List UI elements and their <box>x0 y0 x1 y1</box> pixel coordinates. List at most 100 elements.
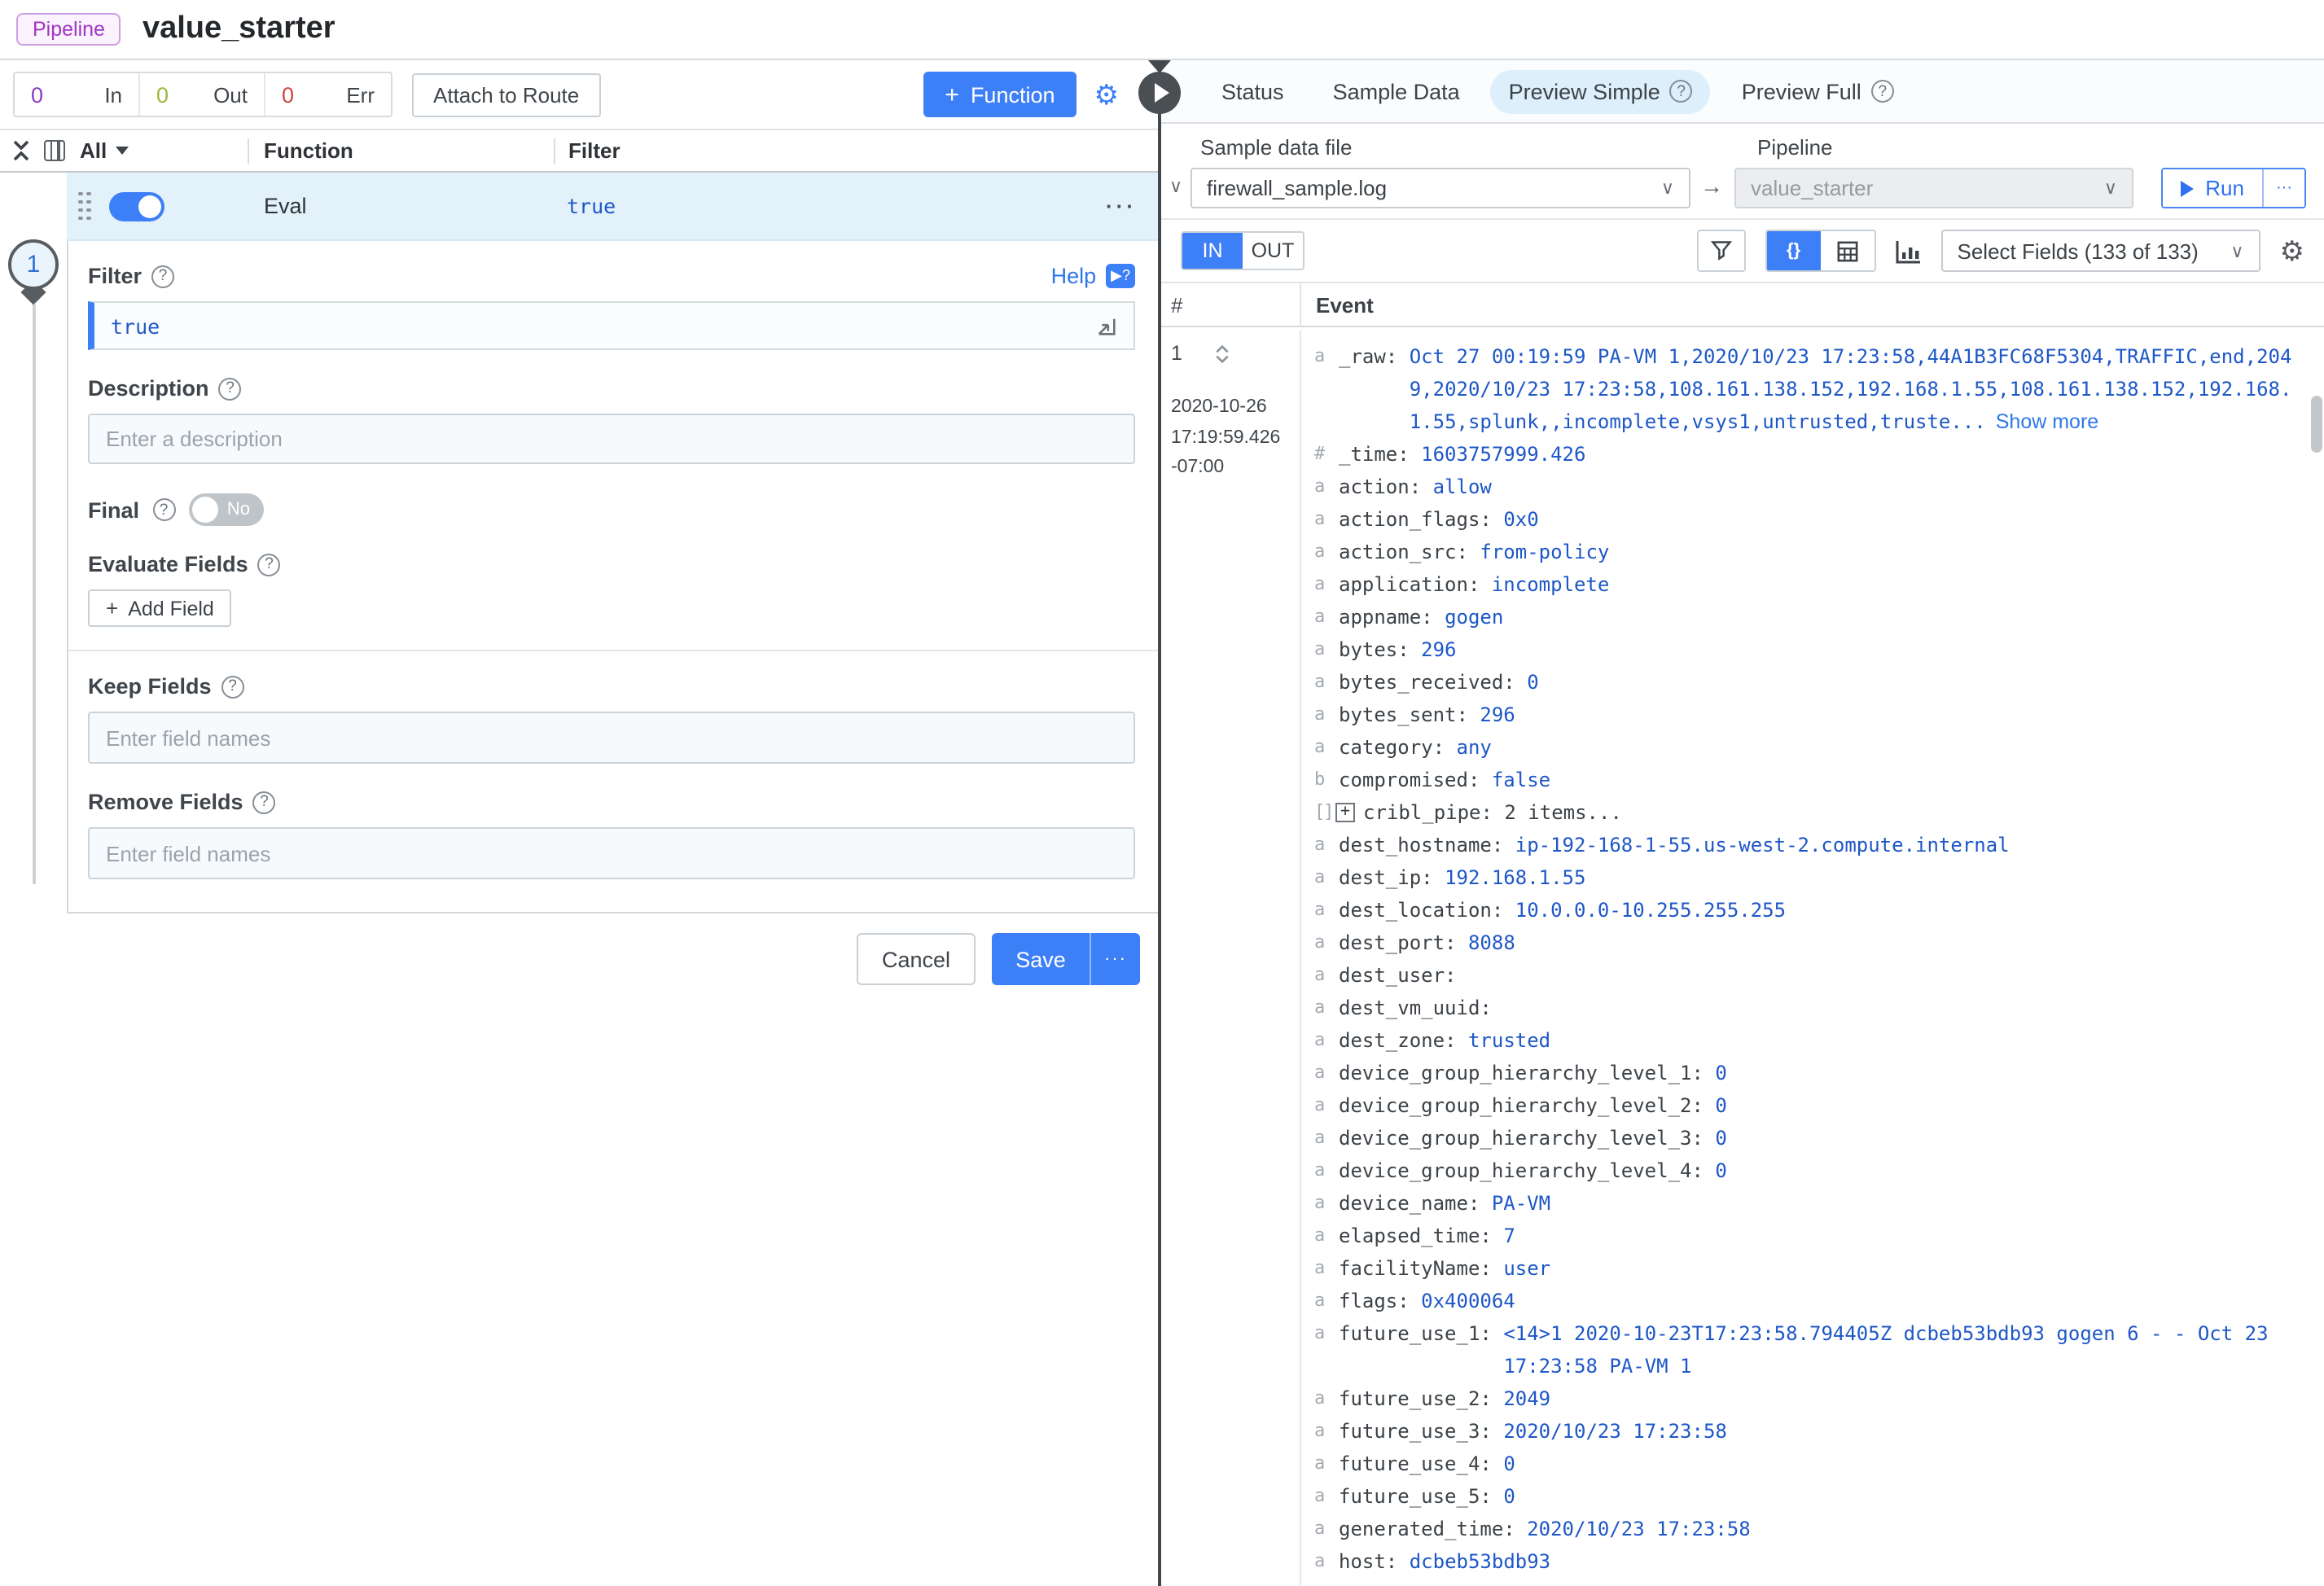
event-field-row[interactable]: a dest_vm_uuid: <box>1314 992 2303 1024</box>
event-field-row[interactable]: a bytes_received: 0 <box>1314 666 2303 699</box>
event-field-row[interactable]: a dest_hostname: ip-192-168-1-55.us-west-… <box>1314 829 2303 861</box>
collapse-all-icon[interactable] <box>13 140 29 161</box>
event-field-row[interactable]: a action_flags: 0x0 <box>1314 503 2303 536</box>
event-field-row[interactable]: a future_use_4: 0 <box>1314 1448 2303 1480</box>
pipeline-select[interactable]: value_starter ∨ <box>1734 168 2133 208</box>
event-field-row[interactable]: a host: dcbeb53bdb93 <box>1314 1545 2303 1578</box>
filter-events-button[interactable] <box>1696 230 1746 272</box>
event-field-row[interactable]: a facilityName: user <box>1314 1252 2303 1285</box>
event-field-row[interactable]: a generated_time: 2020/10/23 17:23:58 <box>1314 1513 2303 1545</box>
event-field-row[interactable]: a future_use_5: 0 <box>1314 1480 2303 1513</box>
save-more-button[interactable]: ··· <box>1090 933 1140 985</box>
event-field-row[interactable]: a device_name: PA-VM <box>1314 1187 2303 1220</box>
field-value: ip-192-168-1-55.us-west-2.compute.intern… <box>1515 834 2010 857</box>
event-field-row[interactable]: a device_group_hierarchy_level_4: 0 <box>1314 1154 2303 1187</box>
scrollbar-thumb[interactable] <box>2311 396 2322 453</box>
help-circle-icon[interactable]: ? <box>152 498 176 521</box>
json-view-button[interactable]: {} <box>1766 231 1821 270</box>
event-row[interactable]: 1 2020-10-26 17:19:59.426 -07:00 a _raw:… <box>1161 331 2324 1586</box>
out-segment[interactable]: OUT <box>1243 233 1303 269</box>
pipeline-settings-gear-icon[interactable]: ⚙ <box>1094 81 1120 108</box>
column-header-event: Event <box>1316 292 1374 317</box>
select-fields-dropdown[interactable]: Select Fields (133 of 133) ∨ <box>1940 230 2260 272</box>
chart-icon[interactable] <box>1896 239 1922 263</box>
event-field-row[interactable]: b compromised: false <box>1314 764 2303 796</box>
event-field-row[interactable]: a future_use_1: <14>1 2020-10-23T17:23:58… <box>1314 1317 2303 1382</box>
description-input[interactable] <box>88 414 1135 464</box>
run-button[interactable]: Run <box>2163 169 2262 207</box>
event-field-row[interactable]: a device_group_hierarchy_level_2: 0 <box>1314 1089 2303 1122</box>
show-more-link[interactable]: Show more <box>1996 410 2098 433</box>
event-fields-cell: a _raw: Oct 27 00:19:59 PA-VM 1,2020/10/… <box>1301 331 2324 1586</box>
tab-preview-simple[interactable]: Preview Simple? <box>1490 69 1711 113</box>
field-name: dest_location: <box>1339 899 1515 922</box>
help-circle-icon[interactable]: ? <box>1870 80 1894 103</box>
event-field-row[interactable]: a action_src: from-policy <box>1314 536 2303 568</box>
event-field-row[interactable]: a appname: gogen <box>1314 601 2303 633</box>
run-more-button[interactable]: ··· <box>2262 169 2304 207</box>
panel-splitter[interactable] <box>1158 60 1160 1586</box>
event-field-row[interactable]: a future_use_2: 2049 <box>1314 1382 2303 1415</box>
string-type-icon: a <box>1314 1029 1326 1050</box>
event-field-row[interactable]: a device_group_hierarchy_level_1: 0 <box>1314 1057 2303 1089</box>
help-link[interactable]: Help ▶? <box>1051 264 1135 288</box>
event-field-row[interactable]: a dest_port: 8088 <box>1314 927 2303 959</box>
remove-fields-input[interactable] <box>88 827 1135 879</box>
event-field-row[interactable]: a bytes: 296 <box>1314 633 2303 666</box>
help-circle-icon[interactable]: ? <box>257 553 281 576</box>
splitter-play-button[interactable] <box>1138 72 1181 114</box>
event-field-row[interactable]: a application: incomplete <box>1314 568 2303 601</box>
event-field-row[interactable]: a bytes_sent: 296 <box>1314 699 2303 731</box>
field-value: 1603757999.426 <box>1421 443 1586 466</box>
expand-array-icon[interactable]: + <box>1335 803 1355 822</box>
preview-settings-gear-icon[interactable]: ⚙ <box>2280 237 2305 265</box>
field-value: dcbeb53bdb93 <box>1409 1550 1551 1573</box>
drag-handle-icon[interactable] <box>78 191 90 221</box>
help-circle-icon[interactable]: ? <box>151 265 175 287</box>
sort-carets-icon[interactable] <box>1215 344 1230 362</box>
help-circle-icon[interactable]: ? <box>252 791 276 813</box>
event-field-row[interactable]: # _time: 1603757999.426 <box>1314 438 2303 471</box>
tab-sample-data[interactable]: Sample Data <box>1315 69 1478 113</box>
attach-to-route-button[interactable]: Attach to Route <box>412 72 601 116</box>
expand-editor-icon[interactable] <box>1096 315 1117 336</box>
field-value: gogen <box>1445 606 1504 629</box>
field-value: trusted <box>1467 1029 1551 1052</box>
tab-preview-full[interactable]: Preview Full? <box>1724 69 1912 113</box>
function-row-eval[interactable]: Eval true ··· <box>67 173 1158 241</box>
event-field-row[interactable]: a device_group_hierarchy_level_3: 0 <box>1314 1122 2303 1154</box>
cancel-button[interactable]: Cancel <box>857 933 976 985</box>
keep-fields-input[interactable] <box>88 712 1135 764</box>
event-field-row[interactable]: a category: any <box>1314 731 2303 764</box>
function-enabled-toggle[interactable] <box>109 191 164 221</box>
filter-expression-input[interactable]: true <box>88 301 1135 350</box>
row-overflow-menu[interactable]: ··· <box>1106 194 1137 218</box>
event-field-row[interactable]: a action: allow <box>1314 471 2303 503</box>
event-field-row[interactable]: [] + cribl_pipe: 2 items... <box>1314 796 2303 829</box>
save-button[interactable]: Save <box>992 933 1090 985</box>
event-field-row[interactable]: a elapsed_time: 7 <box>1314 1220 2303 1252</box>
event-field-row[interactable]: a flags: 0x400064 <box>1314 1285 2303 1317</box>
event-field-row[interactable]: a dest_ip: 192.168.1.55 <box>1314 861 2303 894</box>
help-circle-icon[interactable]: ? <box>218 377 242 400</box>
add-field-button[interactable]: + Add Field <box>88 589 232 627</box>
event-field-row[interactable]: a dest_zone: trusted <box>1314 1024 2303 1057</box>
columns-icon[interactable] <box>44 140 65 161</box>
in-segment[interactable]: IN <box>1182 233 1243 269</box>
tab-status[interactable]: Status <box>1204 69 1302 113</box>
help-circle-icon[interactable]: ? <box>221 675 244 698</box>
event-field-row[interactable]: a dest_location: 10.0.0.0-10.255.255.255 <box>1314 894 2303 927</box>
collapse-section-icon[interactable]: ∨ <box>1169 176 1182 197</box>
table-view-button[interactable] <box>1820 231 1875 270</box>
event-field-row[interactable]: a future_use_3: 2020/10/23 17:23:58 <box>1314 1415 2303 1448</box>
sample-file-select[interactable]: firewall_sample.log ∨ <box>1191 168 1690 208</box>
field-name: dest_ip: <box>1339 866 1445 889</box>
field-value: 0 <box>1715 1159 1727 1182</box>
field-value: 0 <box>1503 1485 1515 1508</box>
event-field-row[interactable]: a dest_user: <box>1314 959 2303 992</box>
group-filter-dropdown[interactable]: All <box>80 138 129 163</box>
add-function-button[interactable]: + Function <box>923 72 1076 117</box>
event-field-raw[interactable]: a _raw: Oct 27 00:19:59 PA-VM 1,2020/10/… <box>1314 340 2303 438</box>
final-toggle[interactable]: No <box>188 493 264 526</box>
help-circle-icon[interactable]: ? <box>1669 80 1693 103</box>
